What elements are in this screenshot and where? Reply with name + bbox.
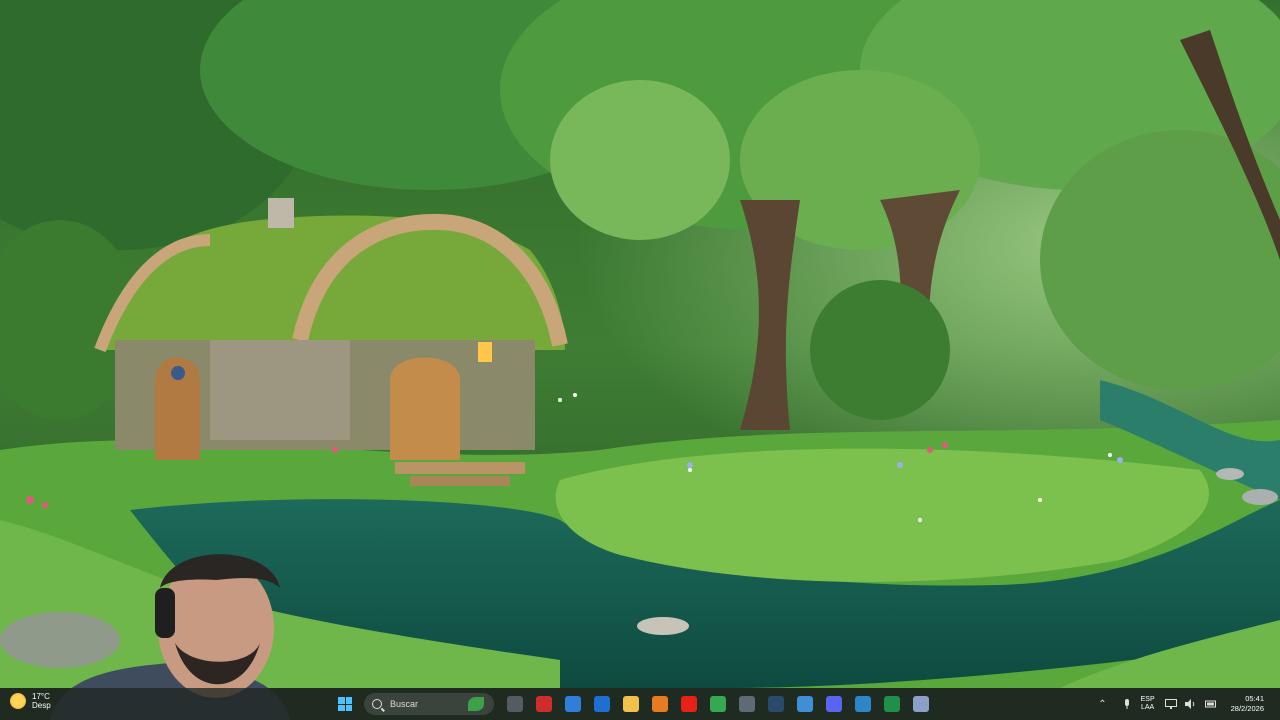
git-icon xyxy=(912,696,929,712)
taskbar-app-button[interactable] xyxy=(678,693,700,715)
taskbar-app-button[interactable] xyxy=(852,693,874,715)
microphone-icon[interactable] xyxy=(1121,699,1133,709)
taskbar: 17°C Desp Buscar ⌃ ESP LAA 05:41 28/2/20… xyxy=(0,688,1280,720)
weather-label: Desp xyxy=(32,701,51,710)
taskbar-app-button[interactable] xyxy=(562,693,584,715)
taskbar-app-button[interactable] xyxy=(881,693,903,715)
taskbar-app-button[interactable] xyxy=(765,693,787,715)
clock[interactable]: 05:41 28/2/2026 xyxy=(1231,694,1264,714)
taskbar-app-button[interactable] xyxy=(910,693,932,715)
file-explorer-icon xyxy=(506,696,523,712)
chrome-icon xyxy=(709,696,726,712)
app-red-icon xyxy=(535,696,552,712)
windows-icon xyxy=(338,697,352,711)
weather-temperature: 17°C xyxy=(32,692,50,701)
clock-date: 28/2/2026 xyxy=(1230,704,1264,713)
photos-icon xyxy=(854,696,871,712)
taskbar-app-button[interactable] xyxy=(649,693,671,715)
steam-icon xyxy=(767,696,784,712)
taskbar-app-button[interactable] xyxy=(591,693,613,715)
sun-icon xyxy=(10,693,26,709)
outlook-icon xyxy=(593,696,610,712)
search-highlight-icon xyxy=(468,697,484,711)
gamepad-icon xyxy=(738,696,755,712)
search-box[interactable]: Buscar xyxy=(364,693,494,715)
start-button[interactable] xyxy=(334,693,356,715)
keyboard-layout: LAA xyxy=(1141,704,1155,711)
microsoft-store-icon xyxy=(564,696,581,712)
taskbar-app-button[interactable] xyxy=(533,693,555,715)
battery-icon[interactable] xyxy=(1204,699,1217,709)
app-orange-icon xyxy=(651,696,668,712)
taskbar-app-button[interactable] xyxy=(707,693,729,715)
youtube-icon xyxy=(680,696,697,712)
monitor-icon[interactable] xyxy=(1164,699,1177,709)
taskbar-app-button[interactable] xyxy=(736,693,758,715)
taskbar-app-button[interactable] xyxy=(504,693,526,715)
language-indicator[interactable]: ESP LAA xyxy=(1141,696,1155,712)
chevron-up-icon[interactable]: ⌃ xyxy=(1098,699,1106,710)
taskbar-app-button[interactable] xyxy=(794,693,816,715)
discord-icon xyxy=(825,696,842,712)
folder-icon xyxy=(622,696,639,712)
speaker-icon[interactable] xyxy=(1184,699,1197,709)
taskbar-app-button[interactable] xyxy=(823,693,845,715)
weather-widget[interactable]: 17°C Desp xyxy=(10,692,51,710)
language-code: ESP xyxy=(1140,696,1155,703)
system-tray: ⌃ ESP LAA 05:41 28/2/2026 xyxy=(1098,688,1280,720)
clock-time: 05:41 xyxy=(1245,694,1264,703)
notepad-icon xyxy=(796,696,813,712)
excel-icon xyxy=(883,696,900,712)
search-label: Buscar xyxy=(390,699,419,709)
search-icon xyxy=(372,699,382,709)
taskbar-app-button[interactable] xyxy=(620,693,642,715)
